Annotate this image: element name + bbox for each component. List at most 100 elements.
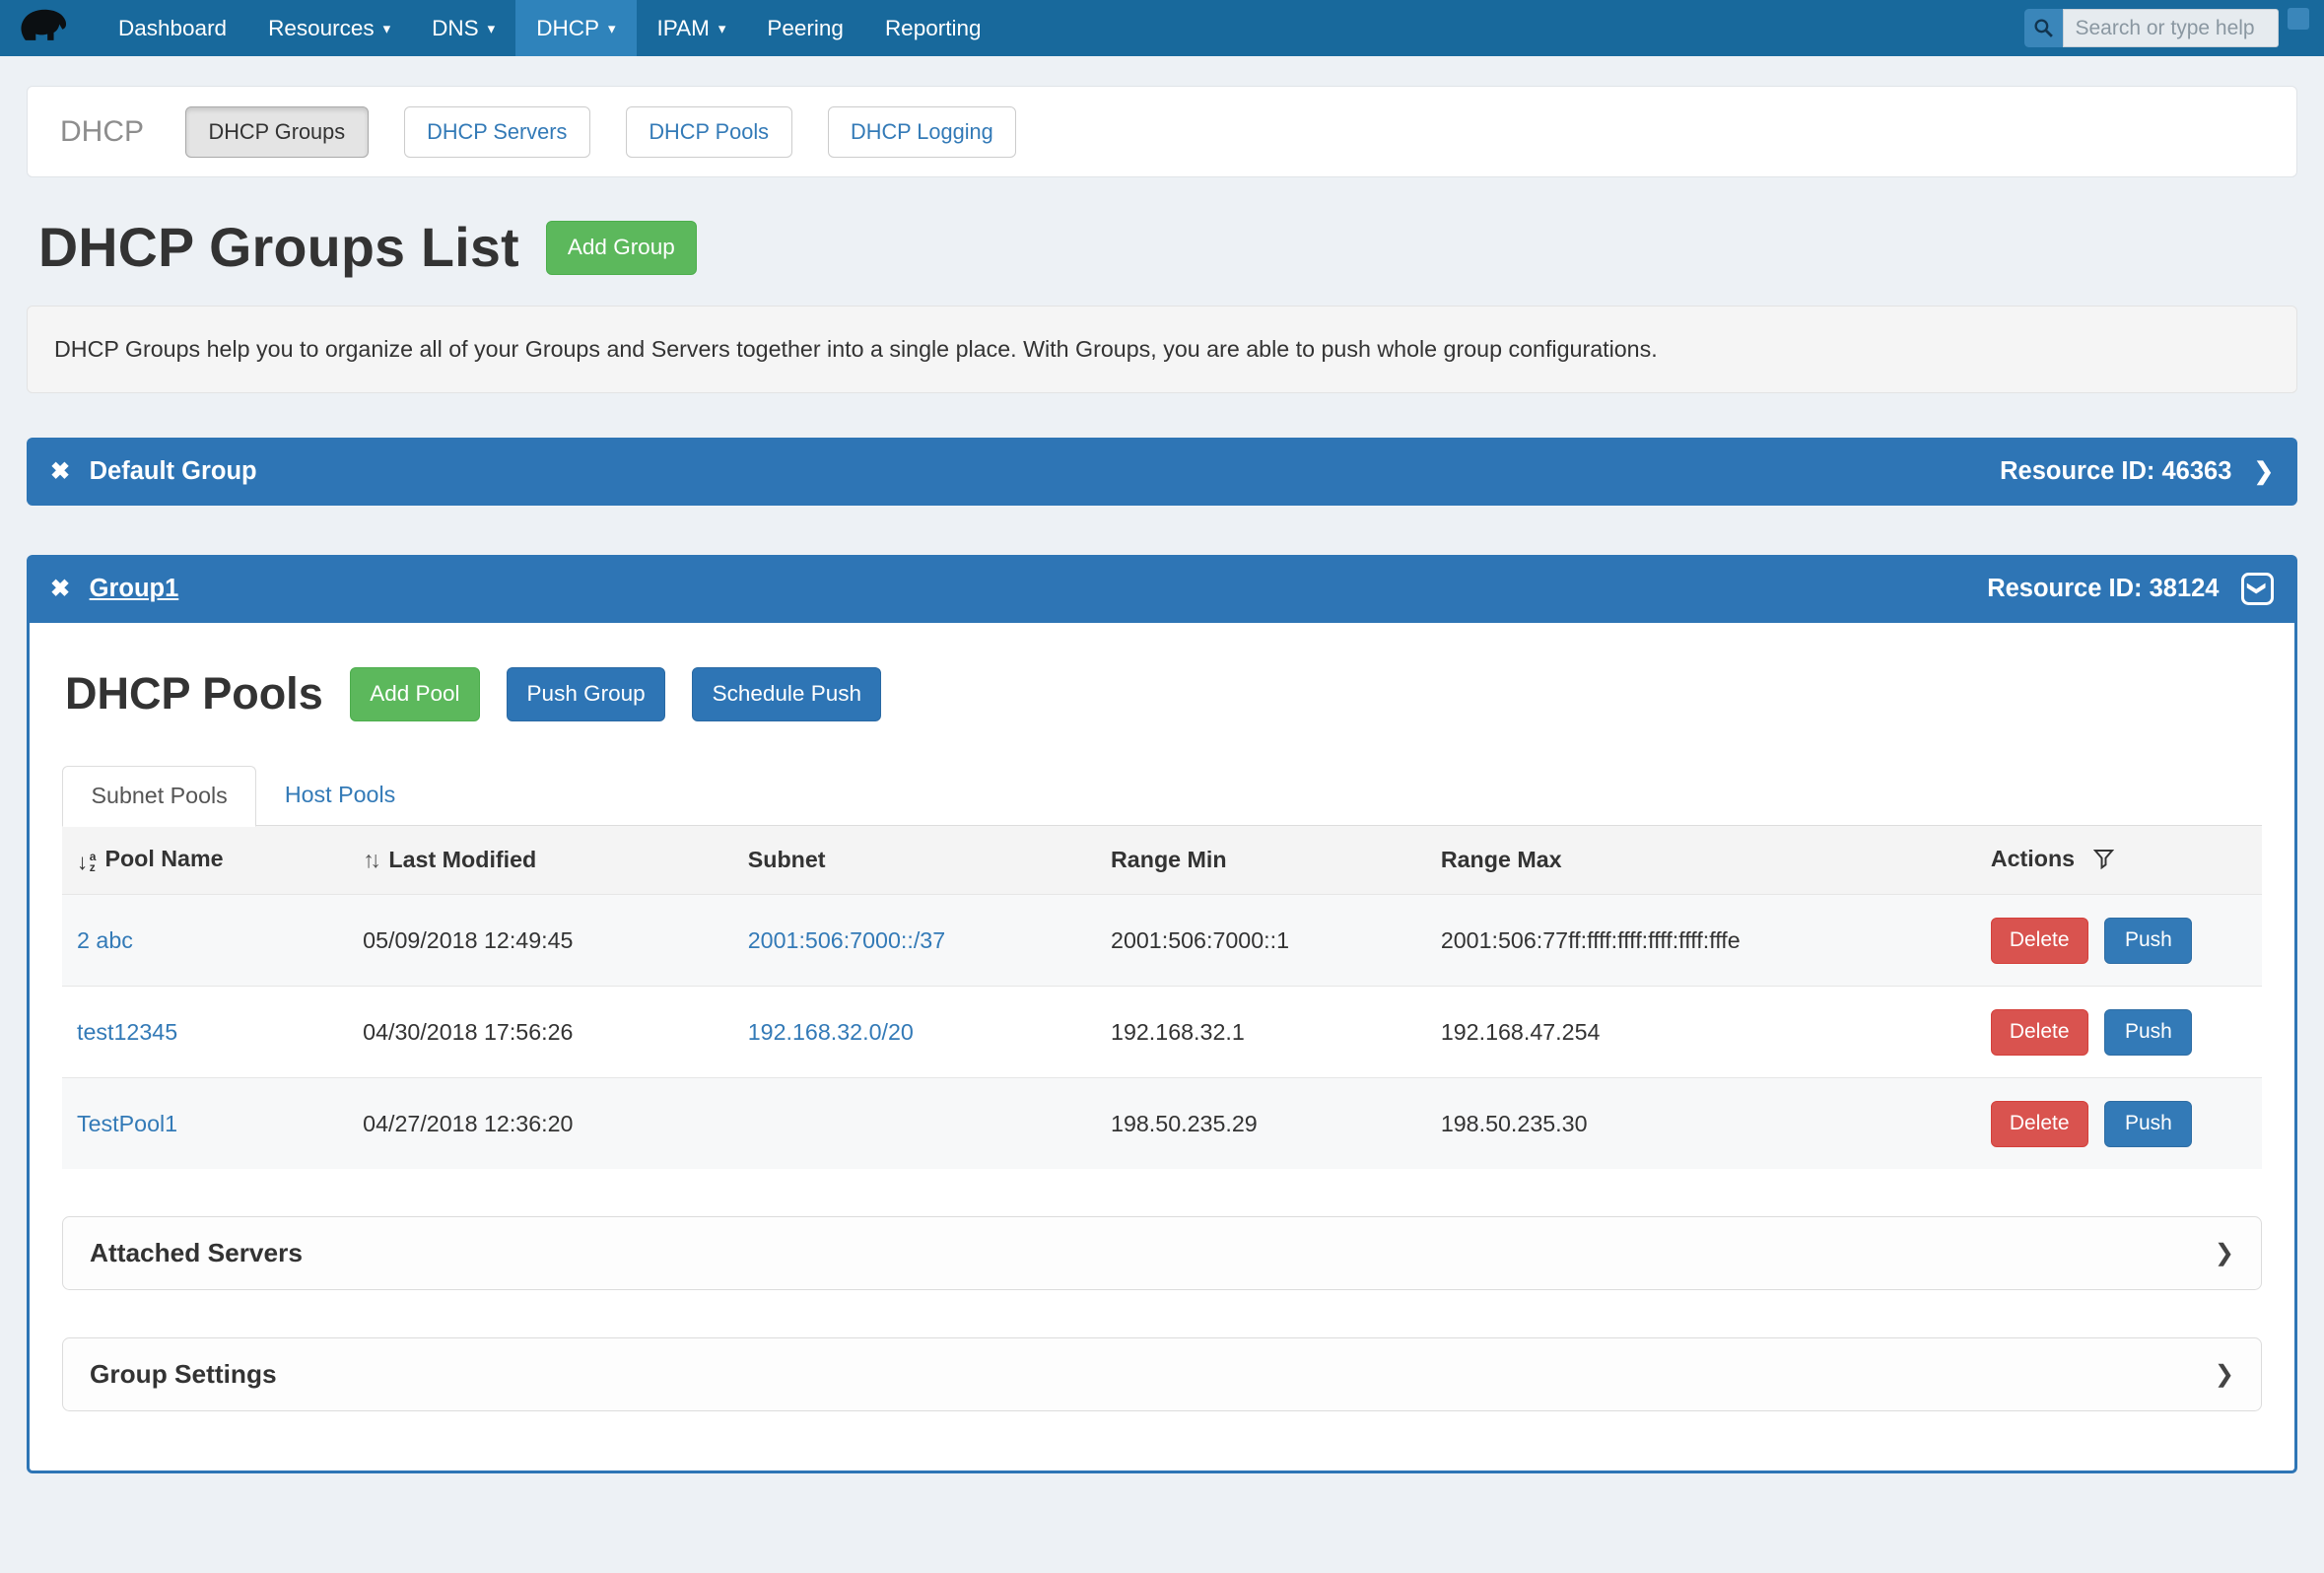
- table-header-row: ↓az Pool Name ↑↓ Last Modified Subnet Rang…: [62, 826, 2262, 895]
- push-button[interactable]: Push: [2104, 918, 2192, 964]
- resource-id-label: Resource ID: 38124: [1987, 575, 2219, 603]
- range-min-cell: 2001:506:7000::1: [1096, 895, 1426, 987]
- table-row: test12345 04/30/2018 17:56:26 192.168.32…: [62, 987, 2262, 1078]
- last-modified-cell: 05/09/2018 12:49:45: [348, 895, 733, 987]
- nav-label: DNS: [432, 16, 479, 41]
- pools-header: DHCP Pools Add Pool Push Group Schedule …: [65, 667, 2262, 721]
- dhcp-section-tabs: DHCP DHCP Groups DHCP Servers DHCP Pools…: [27, 86, 2297, 177]
- tab-dhcp-groups[interactable]: DHCP Groups: [185, 106, 369, 158]
- column-label: Last Modified: [388, 847, 536, 872]
- caret-down-icon: ▾: [718, 20, 726, 37]
- pool-name-link[interactable]: 2 abc: [77, 927, 133, 953]
- global-search: [2024, 0, 2313, 56]
- sort-icon[interactable]: ↑↓: [363, 847, 376, 872]
- delete-button[interactable]: Delete: [1991, 1009, 2088, 1056]
- filter-icon[interactable]: [2086, 849, 2113, 874]
- tab-dhcp-pools[interactable]: DHCP Pools: [626, 106, 792, 158]
- range-max-cell: 192.168.47.254: [1426, 987, 1976, 1078]
- pool-name-link[interactable]: test12345: [77, 1019, 177, 1045]
- nav-label: IPAM: [657, 16, 710, 41]
- subnet-link[interactable]: 192.168.32.0/20: [748, 1019, 914, 1045]
- nav-item-reporting[interactable]: Reporting: [864, 0, 1002, 56]
- delete-button[interactable]: Delete: [1991, 1101, 2088, 1147]
- nav-label: Dashboard: [118, 16, 227, 41]
- last-modified-cell: 04/27/2018 12:36:20: [348, 1078, 733, 1170]
- subnet-link[interactable]: 2001:506:7000::/37: [748, 927, 945, 953]
- column-range-max: Range Max: [1426, 826, 1976, 895]
- top-navbar: Dashboard Resources ▾ DNS ▾ DHCP ▾ IPAM …: [0, 0, 2324, 56]
- nav-item-resources[interactable]: Resources ▾: [247, 0, 411, 56]
- column-last-modified[interactable]: ↑↓ Last Modified: [348, 826, 733, 895]
- tab-dhcp-servers[interactable]: DHCP Servers: [404, 106, 590, 158]
- tab-subnet-pools[interactable]: Subnet Pools: [62, 766, 256, 827]
- column-label: Pool Name: [104, 846, 223, 871]
- panel-label: Group Settings: [90, 1359, 277, 1390]
- range-min-cell: 192.168.32.1: [1096, 987, 1426, 1078]
- column-label: Range Min: [1111, 847, 1227, 872]
- panel-label: Attached Servers: [90, 1238, 303, 1268]
- group1-detail: DHCP Pools Add Pool Push Group Schedule …: [27, 623, 2297, 1474]
- last-modified-cell: 04/30/2018 17:56:26: [348, 987, 733, 1078]
- column-pool-name[interactable]: ↓az Pool Name: [62, 826, 348, 895]
- chevron-right-icon: ❯: [2215, 1239, 2234, 1267]
- table-row: 2 abc 05/09/2018 12:49:45 2001:506:7000:…: [62, 895, 2262, 987]
- push-button[interactable]: Push: [2104, 1101, 2192, 1147]
- group-panel-group1: ✖ Group1 Resource ID: 38124 ❯ DHCP Pools…: [27, 555, 2297, 1474]
- column-actions: Actions: [1976, 826, 2262, 895]
- push-button[interactable]: Push: [2104, 1009, 2192, 1056]
- dhcp-pools-title: DHCP Pools: [65, 668, 323, 719]
- section-label: DHCP: [60, 115, 144, 149]
- column-label: Subnet: [748, 847, 826, 872]
- chevron-down-icon[interactable]: ❯: [2241, 573, 2274, 605]
- main-content: DHCP DHCP Groups DHCP Servers DHCP Pools…: [0, 86, 2324, 1518]
- group-name-link[interactable]: Group1: [90, 575, 179, 603]
- add-group-button[interactable]: Add Group: [546, 221, 697, 275]
- nav-item-ipam[interactable]: IPAM ▾: [637, 0, 747, 56]
- column-label: Range Max: [1441, 847, 1562, 872]
- delete-button[interactable]: Delete: [1991, 918, 2088, 964]
- groups-description: DHCP Groups help you to organize all of …: [27, 306, 2297, 393]
- chevron-right-icon: ❯: [2215, 1360, 2234, 1389]
- page-title: DHCP Groups List: [38, 216, 519, 279]
- close-icon[interactable]: ✖: [50, 575, 70, 603]
- range-min-cell: 198.50.235.29: [1096, 1078, 1426, 1170]
- add-pool-button[interactable]: Add Pool: [350, 667, 480, 721]
- tab-dhcp-logging[interactable]: DHCP Logging: [828, 106, 1017, 158]
- search-input[interactable]: [2063, 9, 2279, 47]
- group-settings-panel[interactable]: Group Settings ❯: [62, 1337, 2262, 1411]
- range-max-cell: 2001:506:77ff:ffff:ffff:ffff:ffff:fffe: [1426, 895, 1976, 987]
- push-group-button[interactable]: Push Group: [507, 667, 665, 721]
- corner-widget-icon[interactable]: [2288, 8, 2310, 31]
- tab-host-pools[interactable]: Host Pools: [256, 766, 423, 826]
- pool-type-tabs: Subnet Pools Host Pools: [62, 766, 2262, 827]
- subnet-pools-table: ↓az Pool Name ↑↓ Last Modified Subnet Rang…: [62, 826, 2262, 1169]
- title-row: DHCP Groups List Add Group: [38, 216, 2297, 279]
- caret-down-icon: ▾: [608, 20, 616, 37]
- elephant-logo-icon: [18, 4, 71, 52]
- schedule-push-button[interactable]: Schedule Push: [692, 667, 881, 721]
- close-icon[interactable]: ✖: [50, 457, 70, 486]
- resource-id-label: Resource ID: 46363: [2000, 457, 2231, 486]
- nav-item-dashboard[interactable]: Dashboard: [98, 0, 247, 56]
- nav-label: DHCP: [536, 16, 599, 41]
- chevron-right-icon[interactable]: ❯: [2254, 457, 2274, 486]
- nav-label: Resources: [268, 16, 375, 41]
- group-name: Default Group: [90, 457, 257, 486]
- nav-item-dhcp[interactable]: DHCP ▾: [515, 0, 636, 56]
- group-bar-group1[interactable]: ✖ Group1 Resource ID: 38124 ❯: [27, 555, 2297, 623]
- caret-down-icon: ▾: [488, 20, 496, 37]
- search-icon[interactable]: [2024, 9, 2063, 47]
- nav-label: Reporting: [885, 16, 982, 41]
- app-logo[interactable]: [18, 0, 71, 56]
- group-bar-default-group[interactable]: ✖ Default Group Resource ID: 46363 ❯: [27, 438, 2297, 506]
- nav-item-peering[interactable]: Peering: [746, 0, 864, 56]
- attached-servers-panel[interactable]: Attached Servers ❯: [62, 1216, 2262, 1290]
- table-row: TestPool1 04/27/2018 12:36:20 198.50.235…: [62, 1078, 2262, 1170]
- column-range-min: Range Min: [1096, 826, 1426, 895]
- caret-down-icon: ▾: [383, 20, 391, 37]
- range-max-cell: 198.50.235.30: [1426, 1078, 1976, 1170]
- column-label: Actions: [1991, 846, 2075, 871]
- pool-name-link[interactable]: TestPool1: [77, 1111, 177, 1136]
- sort-alpha-icon[interactable]: ↓az: [77, 850, 96, 875]
- nav-item-dns[interactable]: DNS ▾: [411, 0, 515, 56]
